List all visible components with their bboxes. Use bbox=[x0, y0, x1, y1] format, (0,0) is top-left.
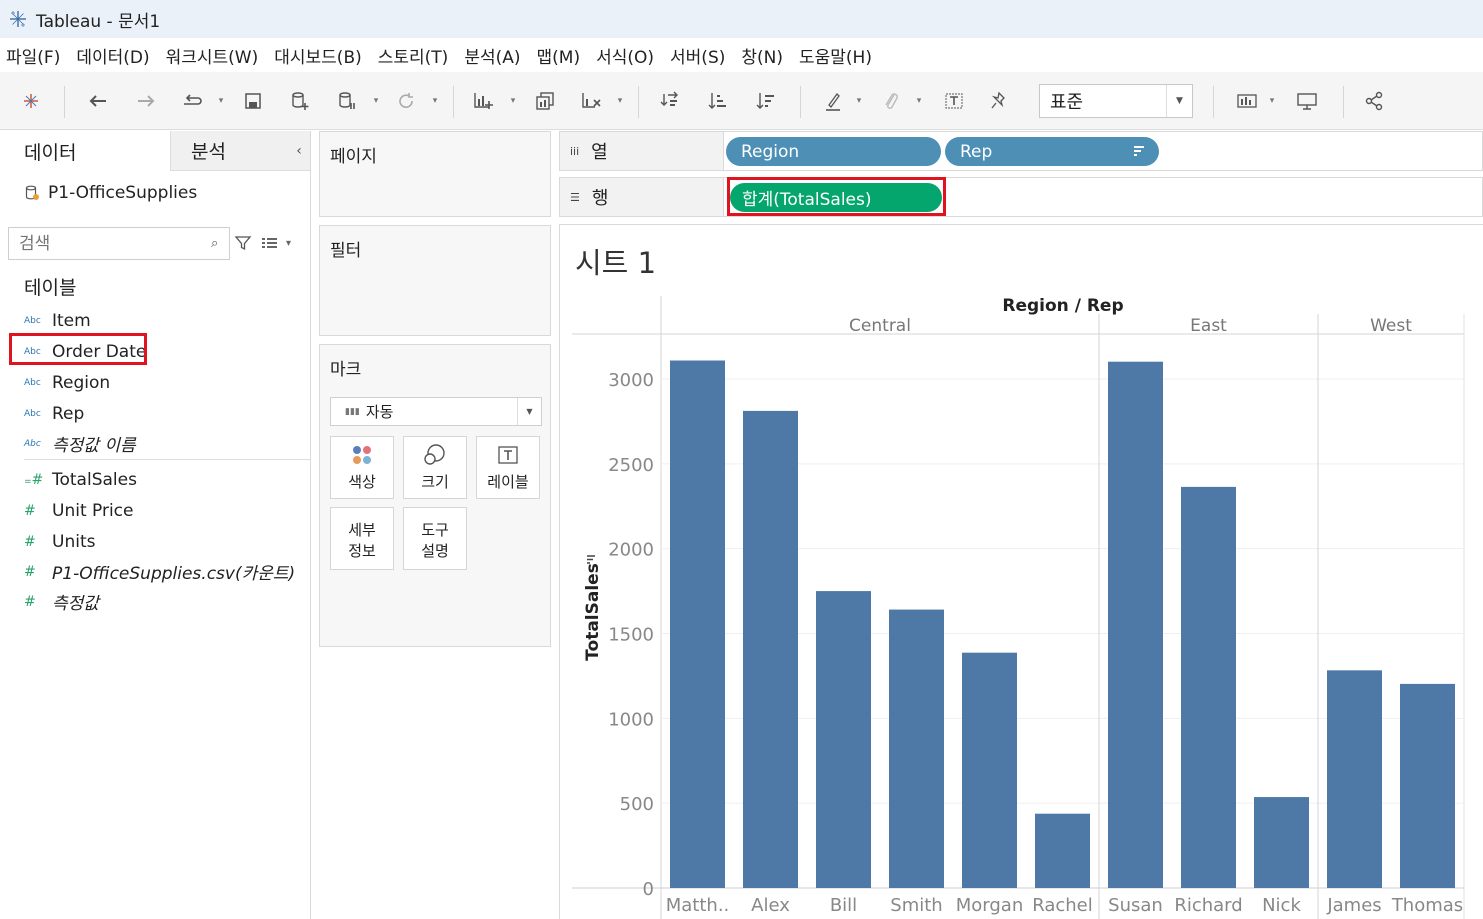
region-header: Central bbox=[849, 316, 911, 336]
bar bbox=[889, 609, 944, 888]
region-header: West bbox=[1370, 316, 1412, 336]
x-tick-label: James bbox=[1326, 895, 1381, 916]
x-tick-label: Rachel bbox=[1032, 895, 1093, 916]
x-tick-label: Thomas bbox=[1391, 895, 1463, 916]
bar bbox=[743, 410, 798, 888]
bar-chart: Region / Rep 0 500 1000 1500 2000 2500 3000 Tota… bbox=[572, 296, 1465, 919]
x-tick-label: Morgan bbox=[956, 895, 1024, 916]
bar bbox=[1035, 813, 1090, 888]
bar bbox=[1108, 361, 1163, 889]
bar bbox=[816, 591, 871, 888]
x-tick-label: Matth.. bbox=[666, 895, 730, 916]
x-tick-label: Nick bbox=[1262, 895, 1301, 916]
bar bbox=[962, 652, 1017, 888]
x-tick-label: Richard bbox=[1174, 895, 1242, 916]
y-tick-label: 500 bbox=[620, 794, 654, 815]
y-tick-label: 2500 bbox=[608, 455, 654, 476]
bar bbox=[1327, 670, 1382, 888]
y-tick-label: 2000 bbox=[608, 540, 654, 561]
bar bbox=[1400, 683, 1455, 888]
tableau-window: Tableau - 문서1 파일(F) 데이터(D) 워크시트(W) 대시보드(… bbox=[0, 0, 1483, 919]
x-tick-label: Bill bbox=[830, 895, 857, 916]
y-tick-label: 3000 bbox=[608, 370, 654, 391]
y-tick-label: 1500 bbox=[608, 625, 654, 646]
region-header: East bbox=[1190, 316, 1227, 336]
bar bbox=[1181, 486, 1236, 888]
header-title: Region / Rep bbox=[1002, 296, 1123, 316]
y-tick-label: 1000 bbox=[608, 709, 654, 730]
x-tick-label: Alex bbox=[751, 895, 790, 916]
bar bbox=[670, 360, 725, 888]
y-axis-title: TotalSales bbox=[583, 563, 603, 661]
bar bbox=[1254, 797, 1309, 888]
x-tick-label: Smith bbox=[890, 895, 942, 916]
y-tick-label: 0 bbox=[643, 879, 654, 900]
x-tick-label: Susan bbox=[1108, 895, 1163, 916]
sort-indicator-icon bbox=[587, 555, 595, 564]
